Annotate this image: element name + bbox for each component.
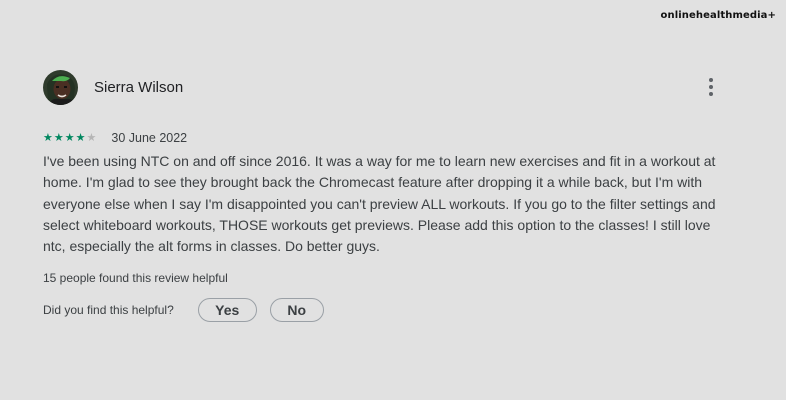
helpful-feedback: Did you find this helpful? Yes No — [43, 298, 743, 323]
star-filled-icon: ★ — [43, 131, 53, 144]
review-header: Sierra Wilson — [43, 68, 743, 106]
star-empty-icon: ★ — [86, 131, 97, 144]
no-button[interactable]: No — [269, 298, 324, 323]
star-filled-icon: ★ — [64, 131, 75, 144]
helpful-question: Did you find this helpful? — [43, 303, 174, 318]
more-options-button[interactable] — [699, 74, 723, 100]
review-text: I've been using NTC on and off since 201… — [43, 153, 716, 255]
review-meta: ★ ★ ★ ★ ★ 30 June 2022 — [43, 130, 743, 146]
star-filled-icon: ★ — [53, 131, 64, 144]
more-vert-icon — [709, 78, 713, 82]
watermark-text: onlinehealthmedia+ — [660, 10, 776, 21]
review-card: Sierra Wilson ★ ★ ★ ★ ★ 30 June 2022 I've be… — [43, 68, 743, 323]
review-author: Sierra Wilson — [94, 78, 184, 96]
helpful-count: 15 people found this review helpful — [43, 271, 228, 286]
yes-button[interactable]: Yes — [197, 298, 257, 323]
review-date: 30 June 2022 — [111, 131, 188, 145]
avatar — [43, 69, 78, 105]
star-rating: ★ ★ ★ ★ ★ — [43, 131, 97, 144]
star-filled-icon: ★ — [75, 131, 86, 144]
